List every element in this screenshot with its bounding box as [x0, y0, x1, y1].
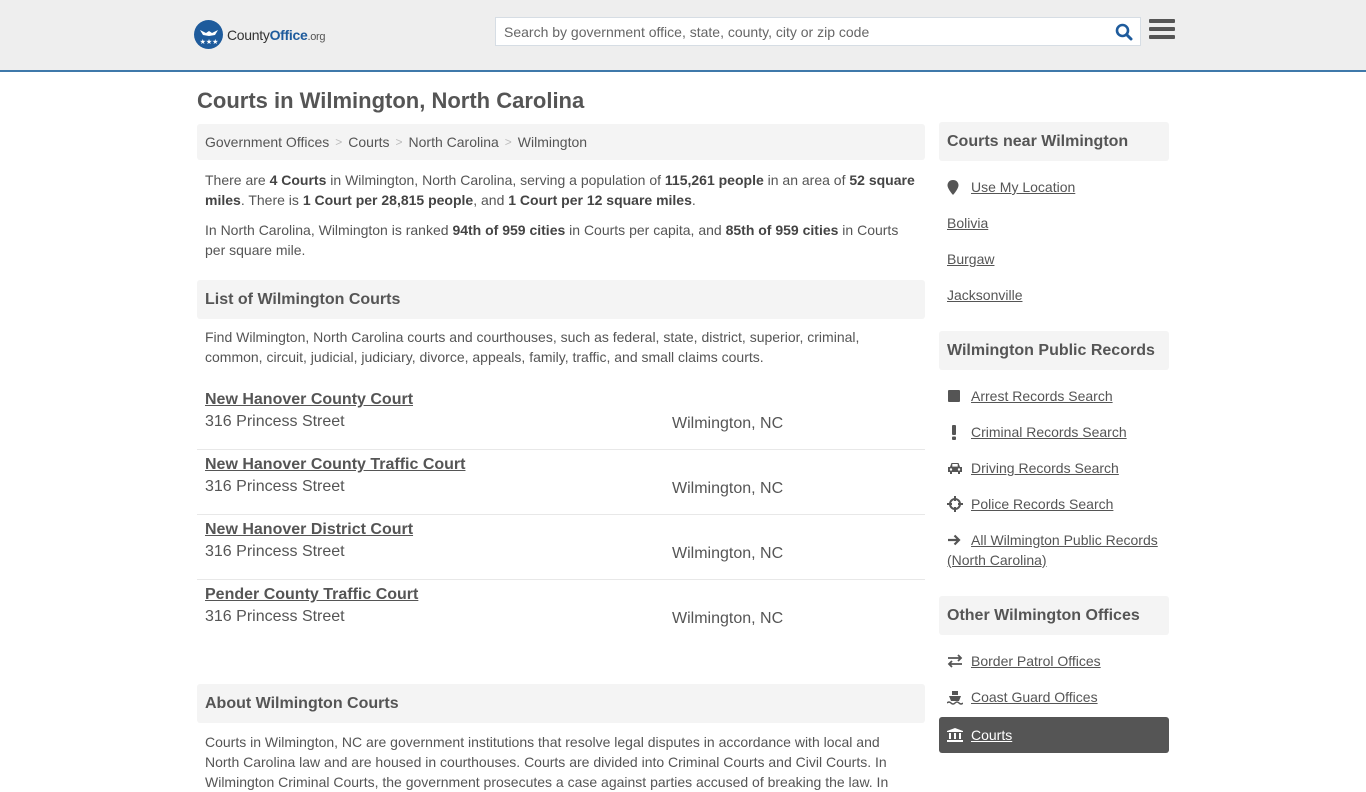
court-address: 316 Princess Street [205, 608, 345, 625]
court-city: Wilmington, NC [672, 545, 784, 562]
about-section-heading: About Wilmington Courts [197, 684, 925, 723]
sidebar: Courts near Wilmington Use My Location B… [939, 122, 1169, 753]
breadcrumb-separator: > [504, 135, 512, 149]
list-section-heading: List of Wilmington Courts [197, 280, 925, 319]
square-icon [947, 386, 971, 406]
court-list-item: New Hanover County Court 316 Princess St… [197, 385, 925, 450]
nearby-city-item: Bolivia [947, 213, 1161, 233]
site-header: ★★★ CountyOffice.org [0, 0, 1366, 72]
map-marker-icon [947, 177, 971, 197]
public-record-item: Arrest Records Search [947, 386, 1161, 406]
courts-link[interactable]: Courts [971, 725, 1012, 745]
breadcrumb-courts[interactable]: Courts [348, 134, 389, 150]
coast-guard-link[interactable]: Coast Guard Offices [971, 687, 1098, 707]
ship-icon [947, 687, 971, 707]
public-records-list: Arrest Records Search Criminal Records S… [939, 386, 1169, 570]
other-offices-heading: Other Wilmington Offices [939, 596, 1169, 635]
border-patrol-link[interactable]: Border Patrol Offices [971, 651, 1101, 671]
site-logo[interactable]: ★★★ CountyOffice.org [194, 20, 326, 49]
all-public-records-link[interactable]: All Wilmington Public Records (North Car… [947, 532, 1158, 568]
exchange-icon [947, 651, 971, 671]
nearby-city-link-bolivia[interactable]: Bolivia [947, 213, 988, 233]
court-name-link[interactable]: New Hanover County Court [205, 391, 413, 409]
court-city: Wilmington, NC [672, 415, 784, 432]
other-office-item-active: Courts [939, 717, 1169, 753]
arrest-records-link[interactable]: Arrest Records Search [971, 386, 1113, 406]
list-description: Find Wilmington, North Carolina courts a… [205, 329, 860, 365]
nearby-city-link-burgaw[interactable]: Burgaw [947, 249, 994, 269]
breadcrumb-wilmington[interactable]: Wilmington [518, 134, 587, 150]
search-input[interactable] [496, 18, 1108, 45]
summary-paragraph: There are 4 Courts in Wilmington, North … [205, 172, 915, 208]
public-record-item: All Wilmington Public Records (North Car… [947, 530, 1161, 570]
court-list-item: Pender County Traffic Court 316 Princess… [197, 580, 925, 645]
breadcrumb-government-offices[interactable]: Government Offices [205, 134, 329, 150]
courts-list: New Hanover County Court 316 Princess St… [197, 385, 925, 645]
main-content: Government Offices > Courts > North Caro… [197, 124, 925, 792]
search-bar [495, 17, 1141, 46]
court-address: 316 Princess Street [205, 543, 345, 560]
criminal-records-link[interactable]: Criminal Records Search [971, 422, 1127, 442]
other-office-item: Border Patrol Offices [947, 651, 1161, 671]
breadcrumb-separator: > [335, 135, 343, 149]
court-list-item: New Hanover District Court 316 Princess … [197, 515, 925, 580]
car-icon [947, 458, 971, 478]
use-my-location-link[interactable]: Use My Location [971, 177, 1075, 197]
logo-text: CountyOffice.org [227, 26, 326, 43]
exclamation-icon [947, 422, 971, 442]
police-records-link[interactable]: Police Records Search [971, 494, 1113, 514]
search-icon [1115, 23, 1133, 40]
breadcrumb: Government Offices > Courts > North Caro… [197, 124, 925, 160]
nearby-courts-list: Use My Location Bolivia Burgaw Jacksonvi… [939, 177, 1169, 305]
driving-records-link[interactable]: Driving Records Search [971, 458, 1119, 478]
nearby-city-item: Jacksonville [947, 285, 1161, 305]
crosshairs-icon [947, 494, 971, 514]
search-button[interactable] [1108, 18, 1140, 45]
court-name-link[interactable]: New Hanover County Traffic Court [205, 456, 465, 474]
court-list-item: New Hanover County Traffic Court 316 Pri… [197, 450, 925, 515]
arrow-right-icon [947, 530, 971, 550]
courthouse-icon [947, 725, 971, 745]
court-city: Wilmington, NC [672, 480, 784, 497]
other-offices-list: Border Patrol Offices Coast Guard Office… [939, 651, 1169, 753]
page-title: Courts in Wilmington, North Carolina [197, 88, 585, 113]
court-name-link[interactable]: New Hanover District Court [205, 521, 413, 539]
ranking-paragraph: In North Carolina, Wilmington is ranked … [205, 222, 899, 258]
other-office-item: Coast Guard Offices [947, 687, 1161, 707]
public-record-item: Police Records Search [947, 494, 1161, 514]
court-name-link[interactable]: Pender County Traffic Court [205, 586, 418, 604]
nearby-courts-heading: Courts near Wilmington [939, 122, 1169, 161]
about-paragraph: Courts in Wilmington, NC are government … [205, 734, 889, 790]
court-address: 316 Princess Street [205, 478, 345, 495]
breadcrumb-north-carolina[interactable]: North Carolina [409, 134, 499, 150]
nearby-city-item: Burgaw [947, 249, 1161, 269]
court-city: Wilmington, NC [672, 610, 784, 627]
eagle-stars-logo-icon: ★★★ [194, 20, 223, 49]
use-my-location-item: Use My Location [947, 177, 1161, 197]
public-records-heading: Wilmington Public Records [939, 331, 1169, 370]
svg-text:★★★: ★★★ [199, 38, 218, 46]
breadcrumb-separator: > [395, 135, 403, 149]
nearby-city-link-jacksonville[interactable]: Jacksonville [947, 285, 1022, 305]
court-address: 316 Princess Street [205, 413, 345, 430]
hamburger-menu-icon[interactable] [1149, 19, 1175, 43]
public-record-item: Driving Records Search [947, 458, 1161, 478]
public-record-item: Criminal Records Search [947, 422, 1161, 442]
